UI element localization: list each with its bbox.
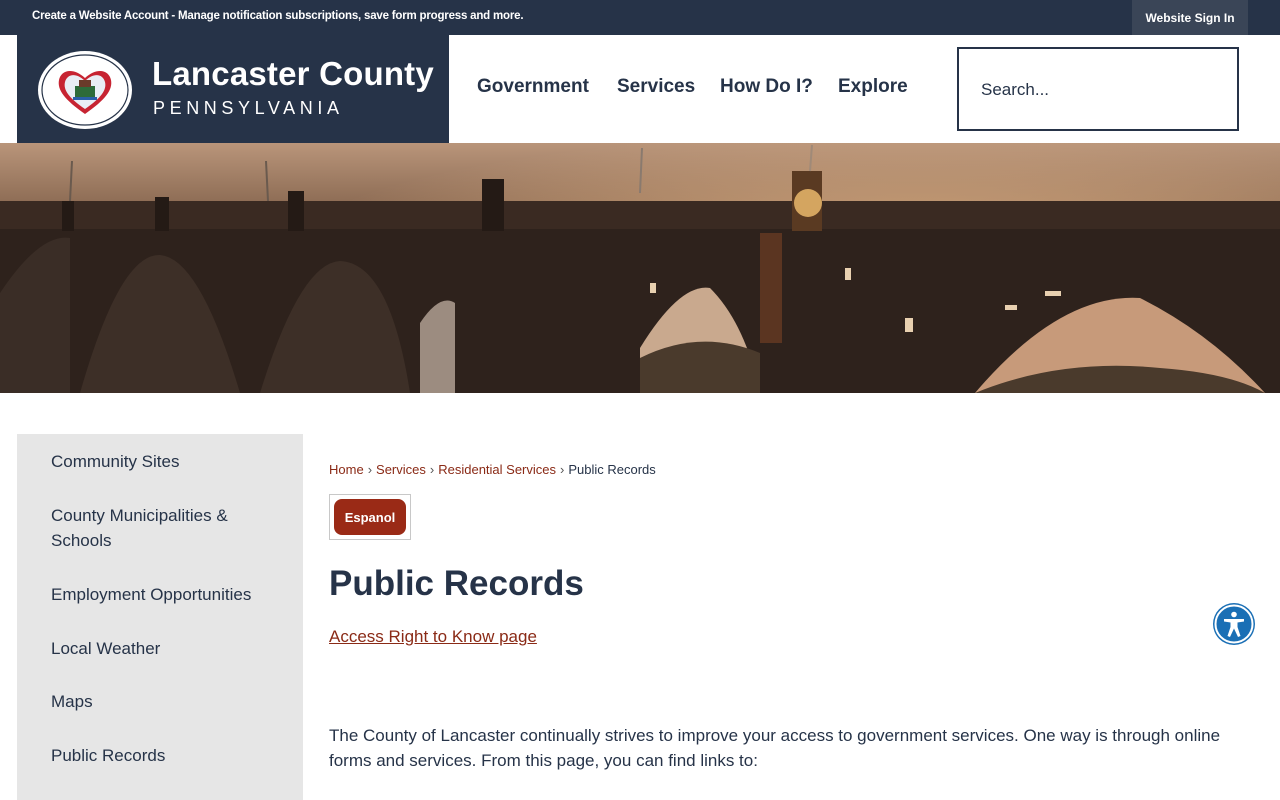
sidebar-item-county-municipalities-schools[interactable]: County Municipalities & Schools: [51, 503, 281, 553]
breadcrumb-services[interactable]: Services: [376, 462, 426, 477]
accessibility-icon: [1214, 604, 1254, 644]
nav-government[interactable]: Government: [477, 76, 589, 98]
sidebar-item-maps[interactable]: Maps: [51, 689, 281, 714]
nav-services[interactable]: Services: [617, 76, 695, 98]
search-input[interactable]: [981, 77, 1221, 103]
create-account-link[interactable]: Create a Website Account - Manage notifi…: [32, 10, 524, 22]
breadcrumb-residential-services[interactable]: Residential Services: [438, 462, 556, 477]
banner-bridge-image: [0, 143, 1280, 393]
sidebar-item-public-records[interactable]: Public Records: [51, 743, 281, 768]
breadcrumb-home[interactable]: Home: [329, 462, 364, 477]
sidebar-item-community-sites[interactable]: Community Sites: [51, 449, 281, 474]
nav-explore[interactable]: Explore: [838, 76, 908, 98]
page-title: Public Records: [329, 564, 584, 603]
nav-how-do-i[interactable]: How Do I?: [720, 76, 813, 98]
site-subtitle: PENNSYLVANIA: [153, 98, 344, 118]
sidebar-nav: Community Sites County Municipalities & …: [17, 434, 303, 800]
top-utility-bar: Create a Website Account - Manage notifi…: [0, 0, 1280, 35]
right-to-know-link[interactable]: Access Right to Know page: [329, 627, 537, 647]
breadcrumb-separator: ›: [429, 462, 435, 477]
search-box: [957, 47, 1239, 131]
breadcrumb: Home › Services › Residential Services › Publi…: [329, 462, 656, 477]
sidebar-item-local-weather[interactable]: Local Weather: [51, 636, 281, 661]
breadcrumb-separator: ›: [560, 462, 565, 477]
espanol-frame: Espanol: [329, 494, 411, 540]
breadcrumb-separator: ›: [367, 462, 373, 477]
espanol-button[interactable]: Espanol: [334, 499, 406, 535]
county-seal-icon: [38, 51, 132, 129]
site-logo[interactable]: Lancaster County PENNSYLVANIA: [17, 35, 449, 143]
website-sign-in-button[interactable]: Website Sign In: [1132, 0, 1248, 35]
accessibility-button[interactable]: [1213, 603, 1255, 645]
site-title: Lancaster County: [152, 55, 434, 92]
intro-paragraph: The County of Lancaster continually stri…: [329, 726, 1221, 770]
sidebar-item-employment-opportunities[interactable]: Employment Opportunities: [51, 582, 281, 607]
breadcrumb-current: Public Records: [568, 462, 656, 477]
